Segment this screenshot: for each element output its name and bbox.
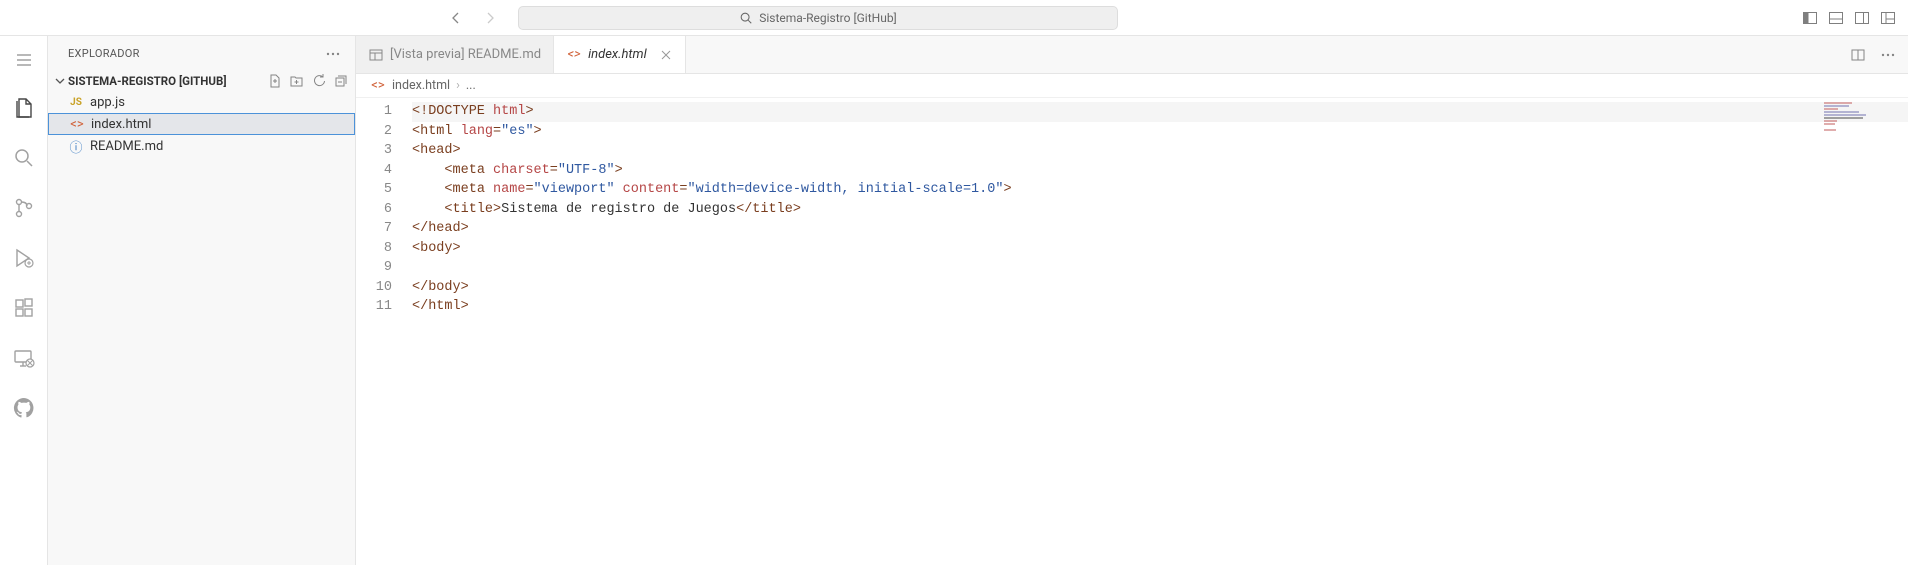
breadcrumb-file: index.html <box>392 78 450 93</box>
file-item-README-md[interactable]: ⓘ README.md <box>48 135 355 157</box>
file-name: index.html <box>91 117 151 132</box>
code-line-8[interactable]: <body> <box>412 239 1908 259</box>
breadcrumb-rest: ... <box>466 78 476 93</box>
search-icon[interactable] <box>12 146 36 170</box>
line-gutter: 1234567891011 <box>356 98 412 565</box>
refresh-icon[interactable] <box>311 73 327 89</box>
menu-button[interactable] <box>14 50 34 70</box>
tab-label: index.html <box>588 47 647 62</box>
file-item-app-js[interactable]: JS app.js <box>48 91 355 113</box>
file-item-index-html[interactable]: <> index.html <box>48 113 355 135</box>
html-file-icon: <> <box>69 117 85 132</box>
preview-icon <box>368 47 384 63</box>
title-bar: Sistema-Registro [GitHub] <box>0 0 1908 36</box>
code-line-2[interactable]: <html lang="es"> <box>412 122 1908 142</box>
tab-more-icon[interactable] <box>1880 47 1896 63</box>
remote-explorer-icon[interactable] <box>12 346 36 370</box>
customize-layout-icon[interactable] <box>1880 10 1896 26</box>
close-tab-icon[interactable] <box>659 48 673 62</box>
toggle-secondary-sidebar-icon[interactable] <box>1854 10 1870 26</box>
activity-bar <box>0 36 48 565</box>
file-name: README.md <box>90 139 163 154</box>
source-control-icon[interactable] <box>12 196 36 220</box>
html-file-icon: <> <box>566 47 582 62</box>
breadcrumb[interactable]: <> index.html › ... <box>356 74 1908 98</box>
tabs-bar: [Vista previa] README.md <> index.html <box>356 36 1908 74</box>
code-line-3[interactable]: <head> <box>412 141 1908 161</box>
code-line-4[interactable]: <meta charset="UTF-8"> <box>412 161 1908 181</box>
explorer-title: EXPLORADOR <box>68 47 140 60</box>
code-line-6[interactable]: <title>Sistema de registro de Juegos</ti… <box>412 200 1908 220</box>
search-text: Sistema-Registro [GitHub] <box>759 11 897 25</box>
toggle-panel-icon[interactable] <box>1828 10 1844 26</box>
nav-forward-button[interactable] <box>482 10 498 26</box>
explorer-icon[interactable] <box>12 96 36 120</box>
code-line-1[interactable]: <!DOCTYPE html> <box>412 102 1908 122</box>
file-list: JS app.js <> index.html ⓘ README.md <box>48 91 355 157</box>
code-line-11[interactable]: </html> <box>412 297 1908 317</box>
code-lines[interactable]: <!DOCTYPE html><html lang="es"><head> <m… <box>412 98 1908 565</box>
code-line-7[interactable]: </head> <box>412 219 1908 239</box>
split-editor-icon[interactable] <box>1850 47 1866 63</box>
file-name: app.js <box>90 95 125 110</box>
new-file-icon[interactable] <box>267 73 283 89</box>
html-file-icon: <> <box>370 78 386 93</box>
tab-label: [Vista previa] README.md <box>390 47 541 62</box>
explorer-more-icon[interactable] <box>325 46 341 62</box>
folder-header[interactable]: SISTEMA-REGISTRO [GITHUB] <box>48 71 355 91</box>
explorer-sidebar: EXPLORADOR SISTEMA-REGISTRO [GITHUB] JS a… <box>48 36 356 565</box>
editor-group: [Vista previa] README.md <> index.html <> … <box>356 36 1908 565</box>
code-line-5[interactable]: <meta name="viewport" content="width=dev… <box>412 180 1908 200</box>
code-line-9[interactable] <box>412 258 1908 278</box>
new-folder-icon[interactable] <box>289 73 305 89</box>
tab--vista-previa-readme-md[interactable]: [Vista previa] README.md <box>356 36 554 73</box>
js-file-icon: JS <box>68 97 84 108</box>
github-icon[interactable] <box>12 396 36 420</box>
folder-name: SISTEMA-REGISTRO [GITHUB] <box>68 74 227 88</box>
run-debug-icon[interactable] <box>12 246 36 270</box>
command-center-search[interactable]: Sistema-Registro [GitHub] <box>518 6 1118 30</box>
tab-index-html[interactable]: <> index.html <box>554 36 686 73</box>
minimap[interactable] <box>1824 102 1894 132</box>
info-file-icon: ⓘ <box>68 137 84 156</box>
nav-back-button[interactable] <box>448 10 464 26</box>
code-editor[interactable]: 1234567891011 <!DOCTYPE html><html lang=… <box>356 98 1908 565</box>
extensions-icon[interactable] <box>12 296 36 320</box>
toggle-primary-sidebar-icon[interactable] <box>1802 10 1818 26</box>
collapse-all-icon[interactable] <box>333 73 349 89</box>
code-line-10[interactable]: </body> <box>412 278 1908 298</box>
